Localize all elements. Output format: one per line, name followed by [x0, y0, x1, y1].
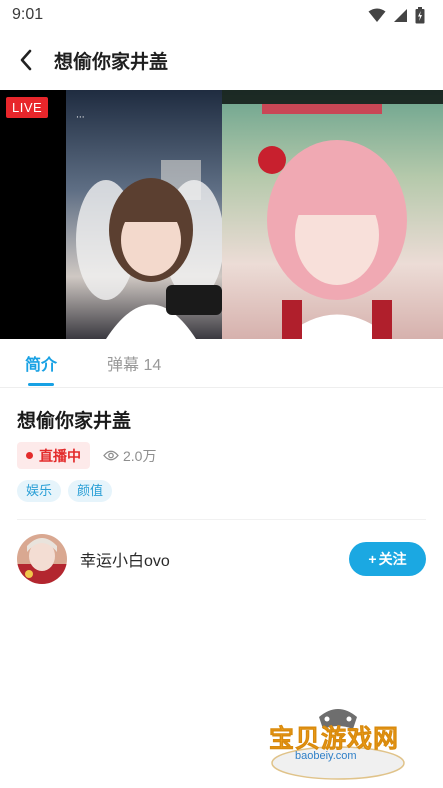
view-count-label: 2.0万 — [123, 447, 157, 464]
status-time: 9:01 — [12, 6, 44, 23]
battery-icon — [415, 6, 425, 23]
streamer-left-image: ··· — [66, 90, 222, 339]
avatar[interactable] — [17, 534, 67, 584]
streamer-right-image — [222, 90, 443, 339]
svg-text:···: ··· — [76, 113, 85, 123]
anchor-row: 幸运小白ovo + 关注 — [17, 534, 426, 584]
follow-button-label: 关注 — [378, 551, 407, 567]
stream-title: 想偷你家井盖 — [17, 411, 132, 432]
back-arrow-icon — [20, 49, 32, 71]
plus-icon: + — [368, 551, 377, 567]
video-pane-left: ··· — [66, 90, 222, 339]
tag-looks[interactable]: 颜值 — [68, 480, 113, 502]
live-dot-icon — [26, 452, 33, 459]
video-pane-right — [222, 90, 443, 339]
signal-icon — [394, 8, 407, 22]
follow-button[interactable]: + 关注 — [349, 542, 426, 576]
watermark-url: baobeiy.com — [295, 750, 357, 762]
page-title: 想偷你家井盖 — [54, 51, 169, 73]
divider — [17, 519, 426, 520]
view-count: 2.0万 — [103, 446, 156, 466]
video-player[interactable]: LIVE ··· — [0, 90, 443, 339]
app-bar: 想偷你家井盖 — [0, 30, 443, 90]
anchor-name[interactable]: 幸运小白ovo — [80, 547, 349, 571]
eye-icon — [103, 450, 119, 461]
stream-status-row: 直播中 2.0万 — [17, 442, 156, 469]
tab-intro[interactable]: 简介 — [25, 339, 57, 388]
live-status-badge: 直播中 — [17, 442, 90, 469]
status-bar: 9:01 — [0, 0, 443, 30]
tab-danmaku[interactable]: 弹幕 14 — [107, 339, 161, 388]
watermark-logo: 宝贝游戏网 baobeiy.com — [267, 693, 409, 781]
tag-entertainment[interactable]: 娱乐 — [17, 480, 62, 502]
back-button[interactable] — [0, 30, 52, 90]
wifi-icon — [368, 8, 386, 22]
avatar-image — [17, 534, 67, 584]
live-badge: LIVE — [6, 97, 49, 118]
status-icons — [368, 6, 425, 24]
live-status-label: 直播中 — [39, 447, 81, 464]
tag-list: 娱乐 颜值 — [17, 480, 113, 502]
tab-bar: 简介 弹幕 14 — [0, 339, 443, 388]
